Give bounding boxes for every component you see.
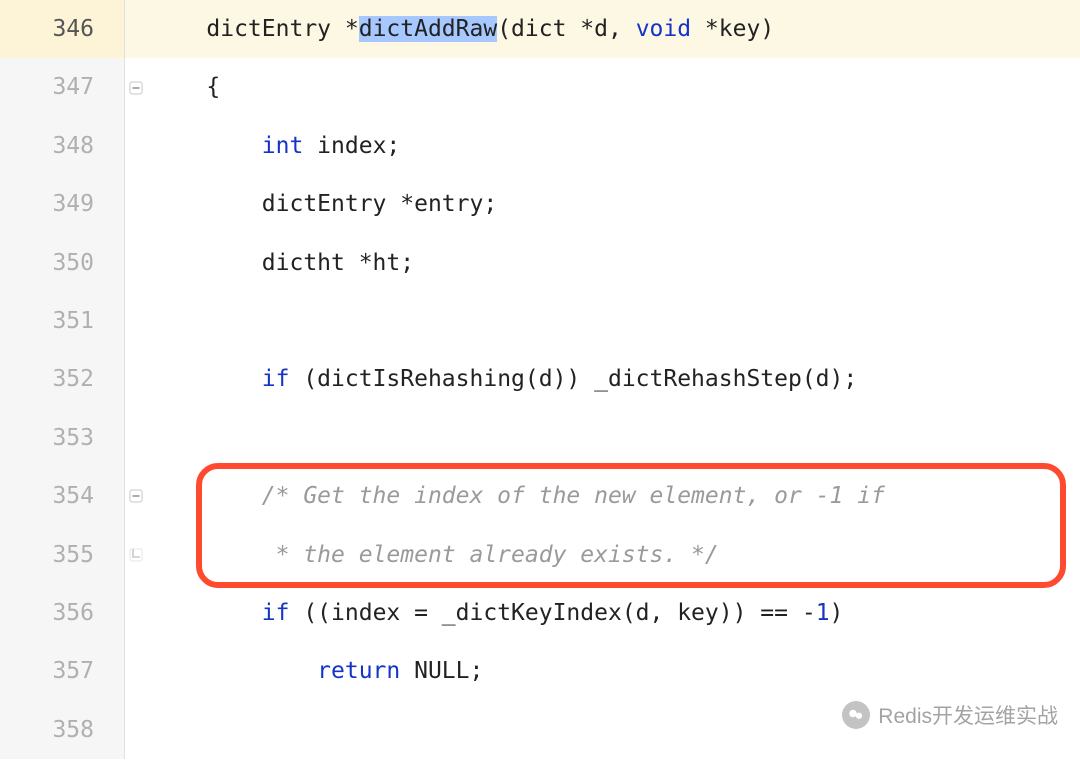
code-content[interactable] — [147, 292, 1080, 350]
code-line[interactable]: 351 — [0, 292, 1080, 350]
code-line[interactable]: 346 dictEntry *dictAddRaw(dict *d, void … — [0, 0, 1080, 58]
line-number: 347 — [0, 58, 125, 116]
text-token: *key) — [691, 16, 774, 42]
text-token: (dictIsRehashing(d)) _dictRehashStep(d); — [289, 366, 857, 392]
code-editor[interactable]: 346 dictEntry *dictAddRaw(dict *d, void … — [0, 0, 1080, 759]
code-content[interactable]: int index; — [147, 117, 1080, 175]
fold-minus-icon[interactable] — [129, 489, 143, 503]
text-token: ) — [830, 600, 844, 626]
line-number: 352 — [0, 350, 125, 408]
code-line[interactable]: 357 return NULL; — [0, 642, 1080, 700]
line-number: 353 — [0, 409, 125, 467]
line-number: 355 — [0, 526, 125, 584]
fold-gutter — [125, 292, 147, 350]
code-content[interactable]: if ((index = _dictKeyIndex(d, key)) == -… — [147, 584, 1080, 642]
line-number: 354 — [0, 467, 125, 525]
comment-token: * the element already exists. */ — [262, 542, 719, 568]
code-line[interactable]: 349 dictEntry *entry; — [0, 175, 1080, 233]
code-line[interactable]: 347 { — [0, 58, 1080, 116]
fold-gutter — [125, 117, 147, 175]
line-number: 348 — [0, 117, 125, 175]
code-content[interactable]: if (dictIsRehashing(d)) _dictRehashStep(… — [147, 350, 1080, 408]
fold-minus-icon[interactable] — [129, 81, 143, 95]
line-number: 357 — [0, 642, 125, 700]
watermark-text: Redis开发运维实战 — [878, 700, 1058, 730]
code-line[interactable]: 353 — [0, 409, 1080, 467]
selected-token: dictAddRaw — [359, 16, 497, 42]
fold-gutter — [125, 409, 147, 467]
line-number: 351 — [0, 292, 125, 350]
text-token: dictht *ht; — [262, 250, 414, 276]
line-number: 358 — [0, 701, 125, 759]
wechat-icon — [842, 701, 870, 729]
text-token: ((index = _dictKeyIndex(d, key)) == - — [289, 600, 815, 626]
keyword-token: void — [636, 16, 691, 42]
code-line[interactable]: 354 /* Get the index of the new element,… — [0, 467, 1080, 525]
keyword-token: if — [262, 366, 290, 392]
code-content[interactable]: dictEntry *entry; — [147, 175, 1080, 233]
code-content[interactable]: /* Get the index of the new element, or … — [147, 467, 1080, 525]
fold-gutter — [125, 234, 147, 292]
text-token: dictEntry * — [206, 16, 358, 42]
line-number: 356 — [0, 584, 125, 642]
fold-end-icon — [129, 548, 143, 562]
text-token: index; — [303, 133, 400, 159]
line-number: 349 — [0, 175, 125, 233]
text-token: dictEntry *entry; — [262, 191, 497, 217]
text-token: (dict *d, — [497, 16, 635, 42]
fold-gutter — [125, 701, 147, 759]
fold-gutter — [125, 584, 147, 642]
code-line[interactable]: 356 if ((index = _dictKeyIndex(d, key)) … — [0, 584, 1080, 642]
text-token: { — [206, 74, 220, 100]
comment-token: /* Get the index of the new element, or … — [262, 483, 885, 509]
keyword-token: int — [262, 133, 304, 159]
fold-gutter[interactable] — [125, 58, 147, 116]
code-content[interactable] — [147, 409, 1080, 467]
fold-gutter — [125, 350, 147, 408]
code-content[interactable]: { — [147, 58, 1080, 116]
watermark: Redis开发运维实战 — [842, 700, 1058, 730]
code-content[interactable]: dictht *ht; — [147, 234, 1080, 292]
code-content[interactable]: dictEntry *dictAddRaw(dict *d, void *key… — [147, 0, 1080, 58]
code-line[interactable]: 348 int index; — [0, 117, 1080, 175]
code-line[interactable]: 355 * the element already exists. */ — [0, 526, 1080, 584]
line-number: 346 — [0, 0, 125, 58]
text-token: NULL; — [400, 658, 483, 684]
keyword-token: 1 — [816, 600, 830, 626]
code-line[interactable]: 350 dictht *ht; — [0, 234, 1080, 292]
fold-gutter[interactable] — [125, 467, 147, 525]
fold-gutter — [125, 642, 147, 700]
fold-gutter — [125, 175, 147, 233]
keyword-token: return — [317, 658, 400, 684]
keyword-token: if — [262, 600, 290, 626]
code-content[interactable]: return NULL; — [147, 642, 1080, 700]
fold-gutter — [125, 0, 147, 58]
line-number: 350 — [0, 234, 125, 292]
code-content[interactable]: * the element already exists. */ — [147, 526, 1080, 584]
code-line[interactable]: 352 if (dictIsRehashing(d)) _dictRehashS… — [0, 350, 1080, 408]
fold-gutter[interactable] — [125, 526, 147, 584]
